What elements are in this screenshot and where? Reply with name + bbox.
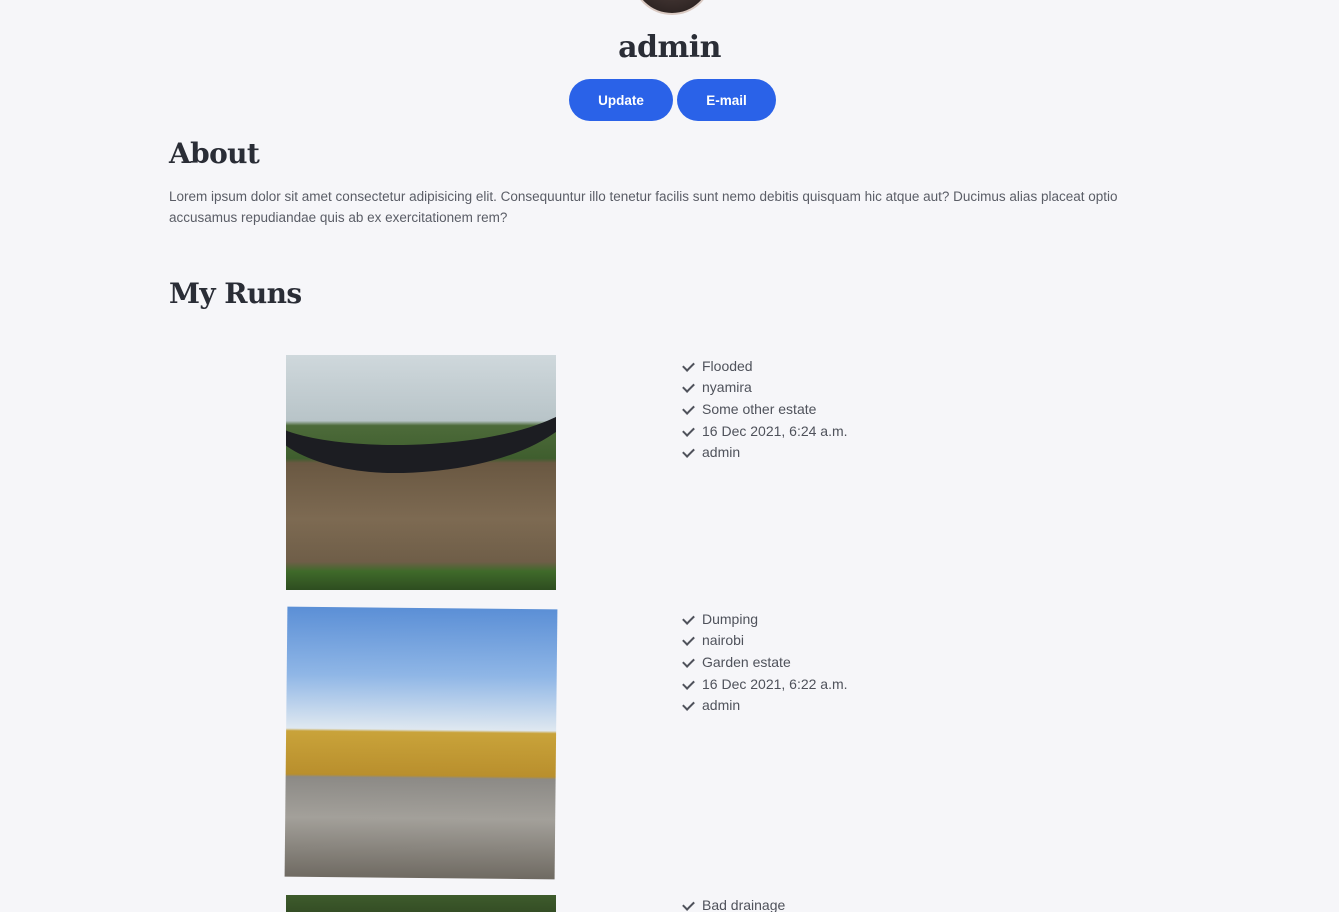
about-text: Lorem ipsum dolor sit amet consectetur a… <box>169 189 1118 225</box>
run-photo-drainage[interactable] <box>286 895 556 912</box>
check-icon <box>681 445 695 459</box>
check-icon <box>681 677 695 691</box>
list-item: admin <box>681 694 848 716</box>
run-details: Bad drainage <box>681 894 785 912</box>
list-item: Flooded <box>681 355 848 377</box>
check-icon <box>681 359 695 373</box>
profile-name: admin <box>618 30 721 65</box>
run-photo-flood[interactable] <box>286 355 556 590</box>
email-button[interactable]: E-mail <box>677 79 776 121</box>
check-icon <box>681 424 695 438</box>
list-item: nairobi <box>681 630 848 652</box>
list-item: nyamira <box>681 377 848 399</box>
check-icon <box>681 898 695 912</box>
update-button[interactable]: Update <box>569 79 673 121</box>
list-item: Bad drainage <box>681 894 785 912</box>
check-icon <box>681 655 695 669</box>
check-icon <box>681 402 695 416</box>
check-icon <box>681 698 695 712</box>
list-item: Dumping <box>681 608 848 630</box>
check-icon <box>681 612 695 626</box>
avatar <box>632 0 712 15</box>
list-item: 16 Dec 2021, 6:24 a.m. <box>681 420 848 442</box>
run-details: Dumping nairobi Garden estate 16 Dec 202… <box>681 608 848 716</box>
list-item: Garden estate <box>681 651 848 673</box>
runs-title: My Runs <box>169 277 302 310</box>
list-item: admin <box>681 441 848 463</box>
list-item: 16 Dec 2021, 6:22 a.m. <box>681 673 848 695</box>
check-icon <box>681 633 695 647</box>
list-item: Some other estate <box>681 398 848 420</box>
run-photo-dumping[interactable] <box>284 606 558 880</box>
run-details: Flooded nyamira Some other estate 16 Dec… <box>681 355 848 463</box>
about-title: About <box>169 137 260 170</box>
check-icon <box>681 380 695 394</box>
